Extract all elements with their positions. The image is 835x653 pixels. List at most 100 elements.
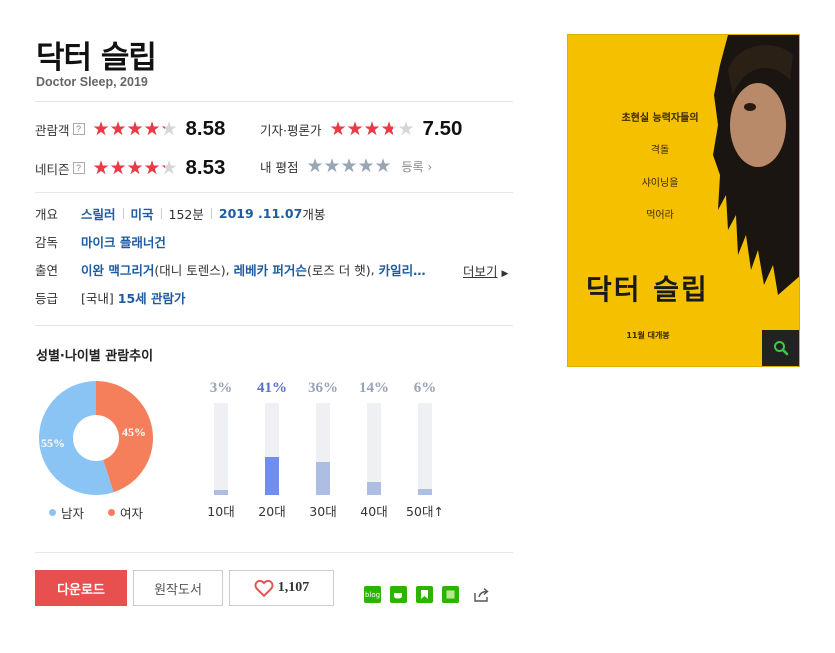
runtime: 152분 bbox=[168, 207, 204, 222]
download-button[interactable]: 다운로드 bbox=[35, 570, 127, 606]
age-bar-percent: 41% bbox=[257, 380, 287, 396]
netizen-rating: 네티즌 ? ★★★★★★★★★★ 8.53 bbox=[35, 156, 225, 180]
more-cast-link[interactable]: 더보기 ▶ bbox=[463, 261, 508, 280]
age-bar-percent: 36% bbox=[308, 380, 338, 396]
age-bar-track bbox=[265, 403, 279, 495]
cast-link[interactable]: 레베카 퍼거슨 bbox=[234, 260, 307, 279]
star-icon[interactable]: ★ bbox=[357, 156, 374, 176]
cast-separator: , bbox=[225, 262, 230, 277]
star-icon[interactable]: ★ bbox=[374, 156, 391, 176]
age-bar bbox=[367, 482, 381, 495]
divider bbox=[35, 552, 513, 553]
cast-row: 출연 이완 맥그리거 (대니 토렌스) , 레베카 퍼거슨 (로즈 더 햇) ,… bbox=[35, 260, 426, 279]
star-icon: ★★ bbox=[160, 157, 178, 179]
star-icon: ★★ bbox=[160, 118, 178, 140]
legend-female: 여자 bbox=[108, 503, 143, 522]
my-rating: 내 평점 ★ ★ ★ ★ ★ 등록 › bbox=[260, 156, 432, 176]
poster-tagline: 격돌 bbox=[650, 145, 670, 156]
legend-male-label: 남자 bbox=[61, 506, 85, 521]
cast-role: (대니 토렌스) bbox=[154, 263, 226, 278]
critic-score: 7.50 bbox=[422, 117, 463, 140]
heart-icon bbox=[254, 579, 274, 597]
original-book-button[interactable]: 원작도서 bbox=[133, 570, 223, 606]
star-icon: ★★ bbox=[346, 118, 364, 140]
star-icon[interactable]: ★ bbox=[340, 156, 357, 176]
my-rating-label: 내 평점 bbox=[260, 159, 299, 175]
star-icon[interactable]: ★ bbox=[323, 156, 340, 176]
poster-tagline: 먹어라 bbox=[646, 210, 674, 221]
age-bar bbox=[418, 489, 432, 495]
star-icon: ★★ bbox=[363, 118, 381, 140]
release-date-link[interactable]: 2019 .11.07 bbox=[219, 206, 302, 221]
genre-link[interactable]: 스릴러 bbox=[81, 204, 116, 223]
critic-stars: ★★★★★★★★★★ bbox=[329, 119, 414, 139]
age-bar-label: 50대↑ bbox=[406, 504, 444, 519]
search-icon bbox=[773, 341, 788, 356]
bookmark-icon[interactable] bbox=[416, 586, 433, 603]
share-icon[interactable] bbox=[472, 586, 492, 603]
star-icon: ★★ bbox=[92, 118, 110, 140]
legend-male: 남자 bbox=[49, 503, 84, 522]
cast-role: (로즈 더 햇) bbox=[306, 263, 371, 278]
age-bar-percent: 6% bbox=[413, 380, 437, 396]
star-icon: ★★ bbox=[126, 157, 144, 179]
blog-icon[interactable]: blog bbox=[364, 586, 381, 603]
divider bbox=[35, 325, 513, 326]
poster-release: 11월 대개봉 bbox=[626, 331, 670, 340]
star-icon: ★★ bbox=[126, 118, 144, 140]
star-icon: ★★ bbox=[143, 157, 161, 179]
cast-link[interactable]: 이완 맥그리거 bbox=[81, 260, 154, 279]
cafe-icon[interactable] bbox=[390, 586, 407, 603]
poster-face-image bbox=[713, 35, 799, 295]
country-link[interactable]: 미국 bbox=[131, 204, 154, 223]
cast-label: 출연 bbox=[35, 263, 59, 278]
gender-pie-chart: 55% 45% bbox=[38, 381, 153, 495]
zoom-button[interactable] bbox=[762, 330, 799, 366]
grade-link[interactable]: 15세 관람가 bbox=[118, 288, 186, 307]
female-dot bbox=[108, 509, 115, 516]
age-bar-label: 30대 bbox=[309, 504, 337, 519]
age-bar-label: 40대 bbox=[360, 504, 388, 519]
male-dot bbox=[49, 509, 56, 516]
register-rating-link[interactable]: 등록 › bbox=[401, 158, 432, 175]
share-icons: blog bbox=[364, 586, 501, 603]
audience-stars: ★★★★★★★★★★ bbox=[93, 119, 178, 139]
star-icon[interactable]: ★ bbox=[306, 156, 323, 176]
netizen-score: 8.53 bbox=[185, 156, 226, 179]
age-bar bbox=[265, 457, 279, 495]
star-icon: ★★ bbox=[329, 118, 347, 140]
audience-rating: 관람객 ? ★★★★★★★★★★ 8.58 bbox=[35, 117, 225, 141]
my-rating-stars[interactable]: ★ ★ ★ ★ ★ bbox=[306, 156, 391, 176]
overview-label: 개요 bbox=[35, 207, 59, 222]
separator bbox=[122, 208, 124, 219]
movie-subtitle: Doctor Sleep, 2019 bbox=[36, 75, 148, 89]
grade-country: [국내] bbox=[81, 291, 114, 306]
help-icon[interactable]: ? bbox=[72, 123, 85, 135]
movie-poster[interactable]: 초현실 능력자들의 격돌 샤이닝을 먹어라 닥터 슬립 11월 대개봉 bbox=[567, 34, 800, 367]
poster-tagline: 샤이닝을 bbox=[641, 178, 679, 189]
star-icon: ★★ bbox=[109, 118, 127, 140]
like-button[interactable]: 1,107 bbox=[229, 570, 334, 606]
help-icon[interactable]: ? bbox=[72, 162, 85, 174]
star-icon: ★★ bbox=[143, 118, 161, 140]
grade-label: 등급 bbox=[35, 291, 59, 306]
age-bar-track bbox=[214, 403, 228, 495]
age-bar-track bbox=[316, 403, 330, 495]
like-count: 1,107 bbox=[277, 580, 310, 595]
director-link[interactable]: 마이크 플래너건 bbox=[81, 232, 166, 251]
critic-rating-label: 기자·평론가 bbox=[260, 122, 322, 138]
cast-link[interactable]: 카일리… bbox=[379, 260, 426, 279]
memo-icon[interactable] bbox=[442, 586, 459, 603]
star-icon: ★★ bbox=[380, 118, 398, 140]
director-label: 감독 bbox=[35, 235, 59, 250]
netizen-stars: ★★★★★★★★★★ bbox=[93, 158, 178, 178]
age-bar-label: 10대 bbox=[207, 504, 235, 519]
age-bar bbox=[214, 490, 228, 495]
divider bbox=[35, 192, 513, 193]
age-bar-track bbox=[418, 403, 432, 495]
overview-row: 개요 스릴러 미국 152분 2019 .11.07 개봉 bbox=[35, 204, 325, 223]
separator bbox=[160, 208, 162, 219]
director-row: 감독 마이크 플래너건 bbox=[35, 232, 166, 251]
divider bbox=[35, 101, 513, 102]
audience-score: 8.58 bbox=[185, 117, 226, 140]
